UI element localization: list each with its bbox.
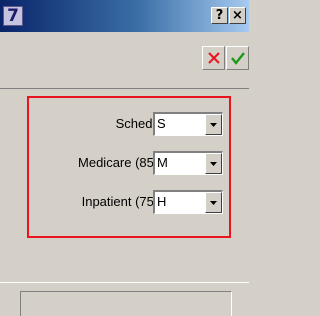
toolbar <box>0 32 249 89</box>
schedule-value: S <box>157 116 166 131</box>
help-button[interactable]: ? <box>211 7 228 24</box>
chevron-down-icon <box>210 123 217 127</box>
schedule-dropdown-button[interactable] <box>205 114 222 135</box>
ok-button[interactable] <box>226 46 249 70</box>
green-check-icon <box>231 52 245 65</box>
chevron-down-icon <box>210 201 217 205</box>
close-button[interactable]: × <box>229 7 246 24</box>
schedule-select[interactable]: S <box>153 112 223 136</box>
settings-group: Schedule : S Medicare (85%) : M Inpatien… <box>27 96 231 238</box>
cancel-button[interactable] <box>202 46 225 70</box>
medicare-value: M <box>157 155 168 170</box>
inpatient-row: Inpatient (75%) : H <box>29 190 229 214</box>
medicare-dropdown-button[interactable] <box>205 153 222 174</box>
status-field <box>20 291 232 316</box>
inpatient-dropdown-button[interactable] <box>205 192 222 213</box>
chevron-down-icon <box>210 162 217 166</box>
status-bar <box>0 282 249 316</box>
medicare-row: Medicare (85%) : M <box>29 151 229 175</box>
inpatient-select[interactable]: H <box>153 190 223 214</box>
schedule-row: Schedule : S <box>29 112 229 136</box>
inpatient-value: H <box>157 194 167 209</box>
app-icon: 7 <box>3 6 23 26</box>
title-bar[interactable]: 7 ? × <box>0 0 249 32</box>
medicare-select[interactable]: M <box>153 151 223 175</box>
red-x-icon <box>208 52 220 64</box>
